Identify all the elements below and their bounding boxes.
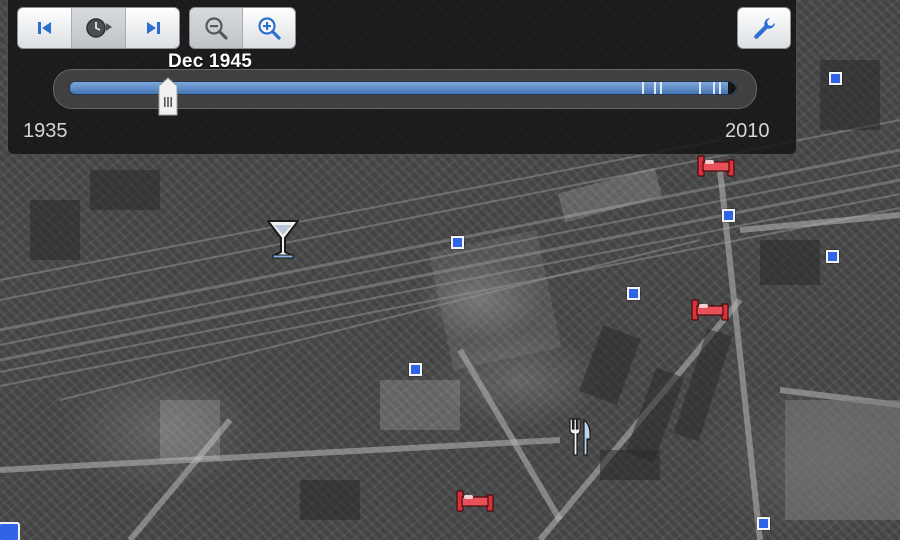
place-marker[interactable]	[757, 517, 770, 530]
zoom-out-icon	[205, 17, 228, 40]
imagery-date-tick	[699, 82, 701, 94]
next-image-button[interactable]	[126, 8, 179, 48]
slider-handle-icon	[158, 77, 178, 116]
place-marker[interactable]	[0, 522, 20, 540]
zoom-in-time-button[interactable]	[243, 8, 295, 48]
imagery-date-tick	[660, 82, 662, 94]
imagery-date-tick	[719, 82, 721, 94]
zoom-out-time-button[interactable]	[190, 8, 243, 48]
place-marker[interactable]	[627, 287, 640, 300]
timeline-end-year: 2010	[725, 120, 770, 142]
timeline-slider-thumb[interactable]	[155, 77, 181, 117]
place-marker[interactable]	[826, 250, 839, 263]
place-marker[interactable]	[451, 236, 464, 249]
bed-icon	[456, 490, 494, 512]
wrench-icon	[754, 18, 775, 39]
bed-icon	[697, 155, 735, 177]
place-marker[interactable]	[722, 209, 735, 222]
time-zoom-controls	[189, 7, 296, 49]
lodging-marker[interactable]	[690, 298, 730, 322]
imagery-date-tick	[654, 82, 656, 94]
play-animation-button[interactable]	[72, 8, 126, 48]
bar-marker[interactable]	[265, 218, 301, 260]
imagery-date-tick	[642, 82, 644, 94]
zoom-in-icon	[258, 17, 281, 40]
skip-back-icon	[37, 22, 51, 34]
restaurant-marker[interactable]	[567, 417, 593, 459]
place-marker[interactable]	[409, 363, 422, 376]
playback-controls	[17, 7, 180, 49]
previous-image-button[interactable]	[18, 8, 72, 48]
settings-button[interactable]	[737, 7, 791, 49]
fork-knife-icon	[569, 418, 591, 456]
cocktail-glass-icon	[267, 220, 299, 259]
lodging-marker[interactable]	[696, 154, 736, 178]
time-slider-panel: Dec 1945 1935 2010	[7, 0, 797, 155]
lodging-marker[interactable]	[455, 489, 495, 513]
clock-play-icon	[85, 18, 112, 38]
bed-icon	[691, 299, 729, 321]
place-marker[interactable]	[829, 72, 842, 85]
timeline-start-year: 1935	[23, 120, 68, 142]
imagery-date-tick	[713, 82, 715, 94]
skip-forward-icon	[146, 22, 160, 34]
